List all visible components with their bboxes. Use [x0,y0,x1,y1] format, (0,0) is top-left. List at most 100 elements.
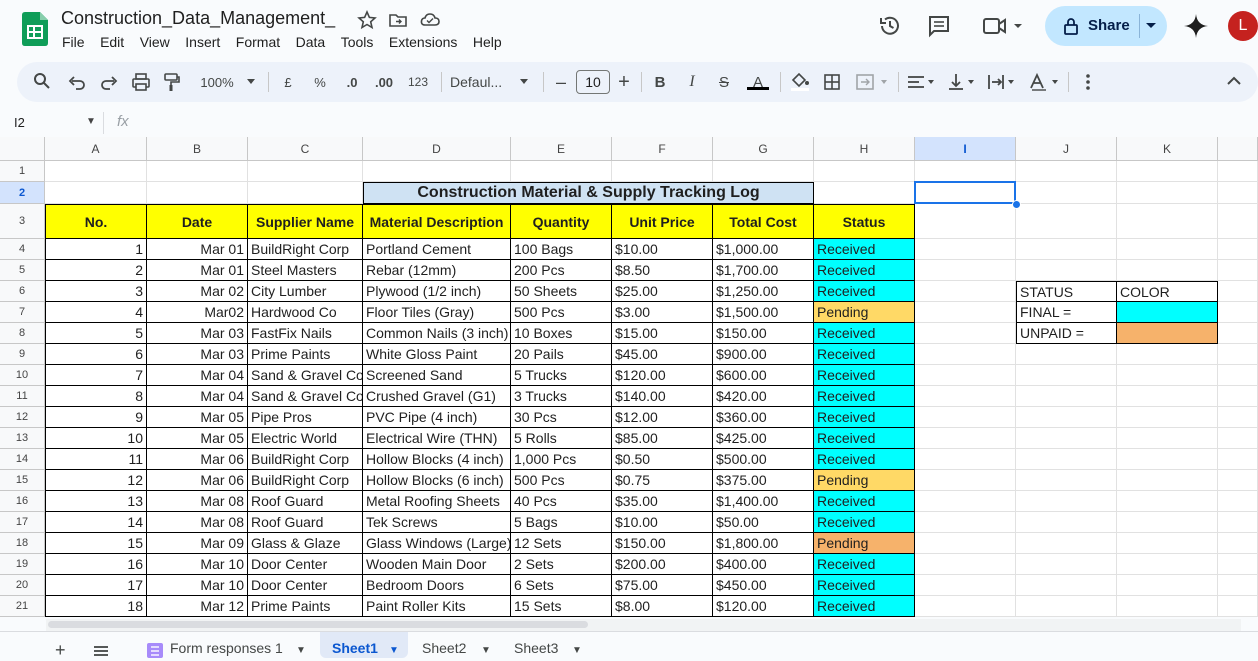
grid-cell[interactable] [1117,533,1218,554]
table-cell[interactable]: Hollow Blocks (6 inch) [363,470,511,491]
table-cell[interactable]: City Lumber [248,281,363,302]
column-header-j[interactable]: J [1016,137,1117,161]
grid-cell[interactable] [1016,161,1117,182]
column-header-a[interactable]: A [45,137,147,161]
star-icon[interactable] [357,10,377,30]
grid-cell[interactable] [915,204,1016,239]
column-header-d[interactable]: D [363,137,511,161]
grid-cell[interactable] [1218,302,1258,323]
table-cell[interactable]: 7 [45,365,147,386]
text-rotation-icon[interactable] [1028,72,1062,92]
table-cell[interactable]: 13 [45,491,147,512]
table-cell[interactable]: 11 [45,449,147,470]
table-cell[interactable]: Pipe Pros [248,407,363,428]
grid-cell[interactable] [1117,470,1218,491]
gemini-icon[interactable] [1183,13,1209,39]
row-header-3[interactable]: 3 [0,204,45,239]
row-header-7[interactable]: 7 [0,302,45,323]
table-cell[interactable]: 200 Pcs [511,260,612,281]
row-header-15[interactable]: 15 [0,470,45,491]
table-cell[interactable]: $420.00 [713,386,814,407]
row-header-4[interactable]: 4 [0,239,45,260]
table-cell[interactable]: 14 [45,512,147,533]
sheets-logo-icon[interactable] [22,12,48,46]
table-cell[interactable]: PVC Pipe (4 inch) [363,407,511,428]
table-cell[interactable]: Wooden Main Door [363,554,511,575]
grid-cell[interactable] [45,161,147,182]
row-header-10[interactable]: 10 [0,365,45,386]
grid-cell[interactable] [1016,344,1117,365]
menu-view[interactable]: View [140,34,170,50]
more-options-icon[interactable] [1080,72,1096,92]
table-cell[interactable]: 16 [45,554,147,575]
table-cell[interactable]: Mar02 [147,302,248,323]
grid-cell[interactable] [814,161,915,182]
grid-cell[interactable] [1218,323,1258,344]
table-cell[interactable]: 5 Bags [511,512,612,533]
grid-cell[interactable] [1218,204,1258,239]
table-cell[interactable]: Door Center [248,575,363,596]
table-cell[interactable]: $150.00 [612,533,713,554]
table-cell[interactable]: 4 [45,302,147,323]
grid-cell[interactable] [1117,161,1218,182]
grid-cell[interactable] [1016,449,1117,470]
row-header-14[interactable]: 14 [0,449,45,470]
comments-icon[interactable] [926,13,952,39]
grid-cell[interactable] [1117,428,1218,449]
scrollbar-thumb[interactable] [48,621,588,628]
table-cell[interactable]: BuildRight Corp [248,239,363,260]
grid-cell[interactable] [1016,239,1117,260]
grid-cell[interactable] [147,161,248,182]
grid-cell[interactable] [1117,386,1218,407]
table-cell[interactable]: $45.00 [612,344,713,365]
table-cell[interactable]: 12 Sets [511,533,612,554]
row-header-5[interactable]: 5 [0,260,45,281]
zoom-dropdown-icon[interactable] [246,78,256,86]
tab-sheet3[interactable]: Sheet3 [514,640,558,656]
column-header-i[interactable]: I [915,137,1016,161]
legend-cell[interactable]: UNPAID = [1016,323,1117,344]
name-box-dropdown-icon[interactable]: ▼ [86,116,96,127]
table-cell[interactable]: $0.50 [612,449,713,470]
grid-cell[interactable] [915,239,1016,260]
status-cell[interactable]: Received [814,554,915,575]
table-cell[interactable]: Crushed Gravel (G1) [363,386,511,407]
grid-cell[interactable] [1016,491,1117,512]
grid-cell[interactable] [1218,281,1258,302]
table-cell[interactable]: Hollow Blocks (4 inch) [363,449,511,470]
zoom-select[interactable]: 100% [192,62,242,102]
font-size-input[interactable]: 10 [576,70,610,94]
table-cell[interactable]: Glass & Glaze [248,533,363,554]
table-cell[interactable]: $200.00 [612,554,713,575]
legend-cell[interactable] [1117,302,1218,323]
table-cell[interactable]: $600.00 [713,365,814,386]
status-cell[interactable]: Received [814,281,915,302]
grid-cell[interactable] [1117,491,1218,512]
grid-cell[interactable] [915,512,1016,533]
version-history-icon[interactable] [877,13,903,39]
grid-cell[interactable] [915,428,1016,449]
column-title-no[interactable]: No. [45,204,147,239]
table-cell[interactable]: Prime Paints [248,344,363,365]
print-icon[interactable] [131,72,151,92]
fill-color-icon[interactable] [789,70,811,92]
table-cell[interactable]: $3.00 [612,302,713,323]
grid-cell[interactable] [915,344,1016,365]
percent-format-button[interactable]: % [310,62,330,102]
column-header-h[interactable]: H [814,137,915,161]
status-cell[interactable]: Received [814,428,915,449]
grid-cell[interactable] [1117,239,1218,260]
table-cell[interactable]: $50.00 [713,512,814,533]
tab-dropdown-icon[interactable]: ▼ [389,645,399,656]
table-cell[interactable]: Mar 05 [147,428,248,449]
table-cell[interactable]: $0.75 [612,470,713,491]
number-format-button[interactable]: 123 [404,62,432,102]
table-cell[interactable]: $1,800.00 [713,533,814,554]
table-cell[interactable]: 10 [45,428,147,449]
status-cell[interactable]: Received [814,365,915,386]
column-header-g[interactable]: G [713,137,814,161]
table-cell[interactable]: $120.00 [713,596,814,617]
grid-cell[interactable] [1016,260,1117,281]
table-cell[interactable]: $360.00 [713,407,814,428]
currency-format-button[interactable]: £ [278,62,298,102]
